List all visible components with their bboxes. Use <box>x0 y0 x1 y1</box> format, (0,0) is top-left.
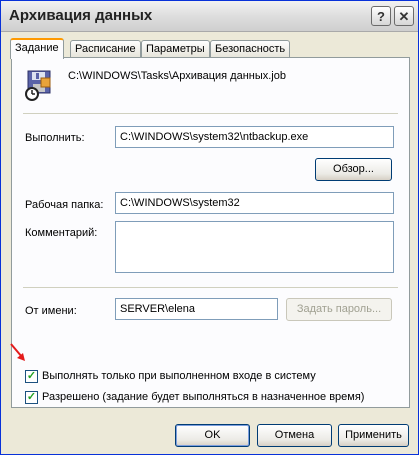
ok-button[interactable]: OK <box>175 424 250 447</box>
tab-settings[interactable]: Параметры <box>141 40 210 57</box>
task-file-icon <box>25 70 51 101</box>
task-file-path: C:\WINDOWS\Tasks\Архивация данных.job <box>68 70 286 82</box>
enabled-label[interactable]: Разрешено (задание будет выполняться в н… <box>42 391 364 403</box>
logged-on-label[interactable]: Выполнять только при выполненном входе в… <box>42 370 316 382</box>
divider <box>23 113 398 114</box>
check-icon: ✓ <box>26 391 37 403</box>
tab-security[interactable]: Безопасность <box>210 40 291 57</box>
check-icon: ✓ <box>26 370 37 382</box>
logged-on-checkbox[interactable]: ✓ <box>25 370 38 383</box>
browse-button[interactable]: Обзор... <box>315 158 392 181</box>
close-button[interactable]: ✕ <box>394 6 414 26</box>
task-properties-dialog: Архивация данных ? ✕ Задание Расписание … <box>0 0 419 455</box>
enabled-checkbox[interactable]: ✓ <box>25 391 38 404</box>
run-command-input[interactable]: C:\WINDOWS\system32\ntbackup.exe <box>115 126 394 148</box>
tab-schedule[interactable]: Расписание <box>70 40 141 57</box>
arrow-icon <box>10 343 25 361</box>
run-label: Выполнить: <box>25 132 85 144</box>
comment-input[interactable] <box>115 221 394 273</box>
help-icon: ? <box>377 9 385 24</box>
set-password-button[interactable]: Задать пароль... <box>286 298 392 321</box>
working-folder-input[interactable]: C:\WINDOWS\system32 <box>115 192 394 214</box>
help-button[interactable]: ? <box>371 6 391 26</box>
window-title: Архивация данных <box>9 7 153 24</box>
comment-label: Комментарий: <box>25 227 98 239</box>
tab-task[interactable]: Задание <box>10 38 64 59</box>
divider <box>23 287 398 288</box>
close-icon: ✕ <box>398 9 410 24</box>
working-folder-label: Рабочая папка: <box>25 199 104 211</box>
title-bar: Архивация данных ? ✕ <box>1 1 418 32</box>
run-as-input[interactable]: SERVER\elena <box>115 298 278 320</box>
run-as-label: От имени: <box>25 305 77 317</box>
cancel-button[interactable]: Отмена <box>257 424 332 447</box>
apply-button[interactable]: Применить <box>338 424 409 447</box>
